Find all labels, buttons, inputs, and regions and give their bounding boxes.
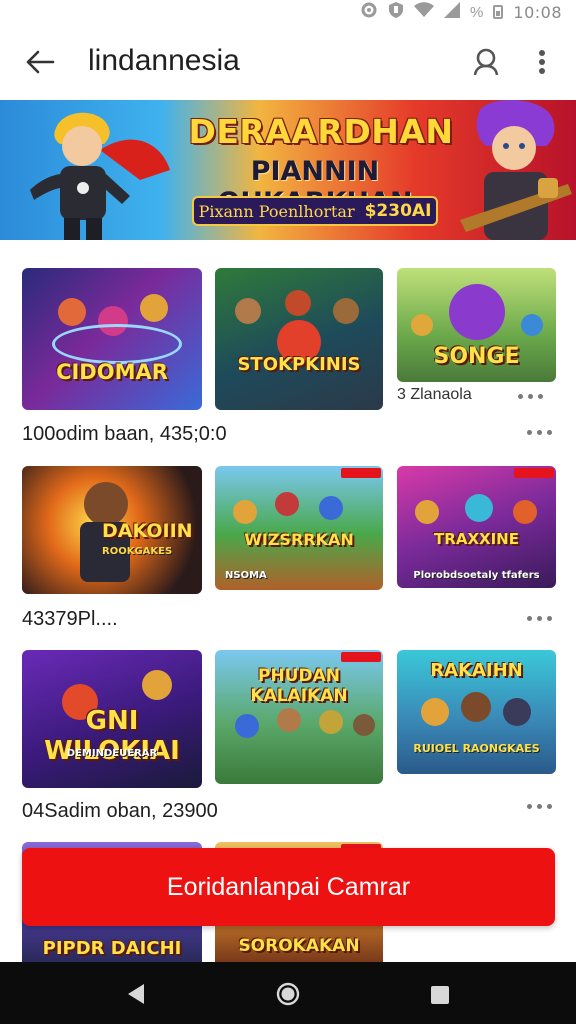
character-figure (277, 708, 301, 732)
game-subtitle: NSOMA (225, 570, 267, 581)
character-figure (353, 714, 375, 736)
search-button[interactable] (466, 42, 506, 82)
new-badge (341, 652, 381, 662)
signal-percent-text: % (470, 3, 484, 21)
game-card[interactable]: DAKOIIN ROOKGAKES (22, 466, 202, 594)
back-button[interactable] (20, 42, 60, 82)
game-title: TRAXXINE (434, 530, 519, 548)
banner-price-pill: Pixann Poenlhortar $230AI (192, 196, 438, 226)
nav-back-icon[interactable] (124, 982, 148, 1006)
search-icon (473, 48, 499, 76)
character-figure (58, 298, 86, 326)
character-figure (415, 500, 439, 524)
new-badge (341, 468, 381, 478)
section-text: 100odim baan, 435;0:0 (22, 423, 227, 445)
primary-cta-button[interactable]: Eoridanlanpai Camrar (22, 848, 555, 926)
more-options-dots[interactable] (518, 390, 550, 402)
game-card[interactable]: RAKAIHN RUIOEL RAONGKAES (397, 650, 556, 774)
promo-banner[interactable]: DERAARDHAN PIANNIN OHKARKHAN Pixann Poen… (0, 100, 576, 240)
banner-title: DERAARDHAN (188, 112, 454, 151)
character-figure (275, 492, 299, 516)
character-figure (513, 500, 537, 524)
nav-home-icon[interactable] (276, 982, 300, 1006)
game-card[interactable]: WIZSRRKAN NSOMA (215, 466, 383, 590)
character-figure (235, 298, 261, 324)
game-title: CIDOMAR (56, 360, 168, 384)
page-title: lindannesia (88, 44, 240, 77)
section-text: 43379Pl.... (22, 608, 118, 630)
shield-icon (388, 1, 404, 23)
game-title: WIZSRRKAN (244, 530, 354, 549)
game-card[interactable]: GNI WILOKIAI DEMINDEUERAR (22, 650, 202, 788)
character-figure (461, 692, 491, 722)
banner-pill-price: $230AI (364, 201, 432, 221)
character-figure (503, 698, 531, 726)
app-bar: lindannesia (0, 24, 576, 100)
character-figure (411, 314, 433, 336)
battery-icon (493, 5, 504, 19)
character-figure (449, 284, 505, 340)
system-nav-bar (0, 962, 576, 1024)
hero-character-left (30, 112, 170, 240)
game-subtitle: DEMINDEUERAR (66, 748, 158, 759)
game-title: SONGE (433, 344, 520, 369)
game-subtitle: ROOKGAKES (102, 546, 173, 557)
more-vertical-icon (539, 50, 545, 74)
game-subtitle: RUIOEL RAONGKAES (413, 742, 540, 755)
arrow-left-icon (26, 50, 55, 74)
game-card[interactable]: TRAXXINE Plorobdsoetaly tfafers (397, 466, 556, 588)
settings-icon (360, 1, 378, 23)
game-title: PHUDAN KALAIKAN (250, 666, 348, 706)
nav-recent-icon[interactable] (431, 986, 449, 1004)
game-title: STOKPKINIS (237, 354, 361, 375)
character-figure (142, 670, 172, 700)
game-subtitle: Plorobdsoetaly tfafers (413, 570, 540, 581)
hero-character-right (460, 100, 572, 240)
game-title: SOROKAKAN (238, 936, 360, 956)
character-figure (235, 714, 259, 738)
character-figure (319, 710, 343, 734)
character-figure (333, 298, 359, 324)
more-options-dots[interactable] (527, 800, 559, 812)
new-badge (514, 468, 554, 478)
more-options-button[interactable] (524, 42, 560, 82)
game-card[interactable]: CIDOMAR (22, 268, 202, 410)
banner-pill-text: Pixann Poenlhortar (198, 201, 355, 221)
game-title: RAKAIHN (430, 660, 523, 681)
character-figure (421, 698, 449, 726)
game-caption: 3 Zlanaola (397, 386, 472, 403)
clock: 10:08 (513, 2, 562, 22)
character-figure (465, 494, 493, 522)
more-options-dots[interactable] (527, 612, 559, 624)
status-bar: % 10:08 (0, 0, 576, 24)
character-figure (319, 496, 343, 520)
more-options-dots[interactable] (527, 426, 559, 438)
game-card[interactable]: STOKPKINIS (215, 268, 383, 410)
signal-icon (444, 2, 461, 22)
game-title: DAKOIIN (102, 520, 193, 542)
character-figure (233, 500, 257, 524)
character-figure (285, 290, 311, 316)
character-figure (140, 294, 168, 322)
app-screen: % 10:08 lindannesia DERAARDHAN PIANNIN P… (0, 0, 576, 1024)
game-card[interactable]: SONGE (397, 268, 556, 382)
wifi-icon (414, 2, 435, 22)
game-title: PIPDR DAICHI (42, 938, 182, 959)
game-card[interactable]: PHUDAN KALAIKAN (215, 650, 383, 784)
character-figure (521, 314, 543, 336)
energy-swirl (52, 324, 182, 364)
section-text: 04Sadim oban, 23900 (22, 800, 218, 822)
